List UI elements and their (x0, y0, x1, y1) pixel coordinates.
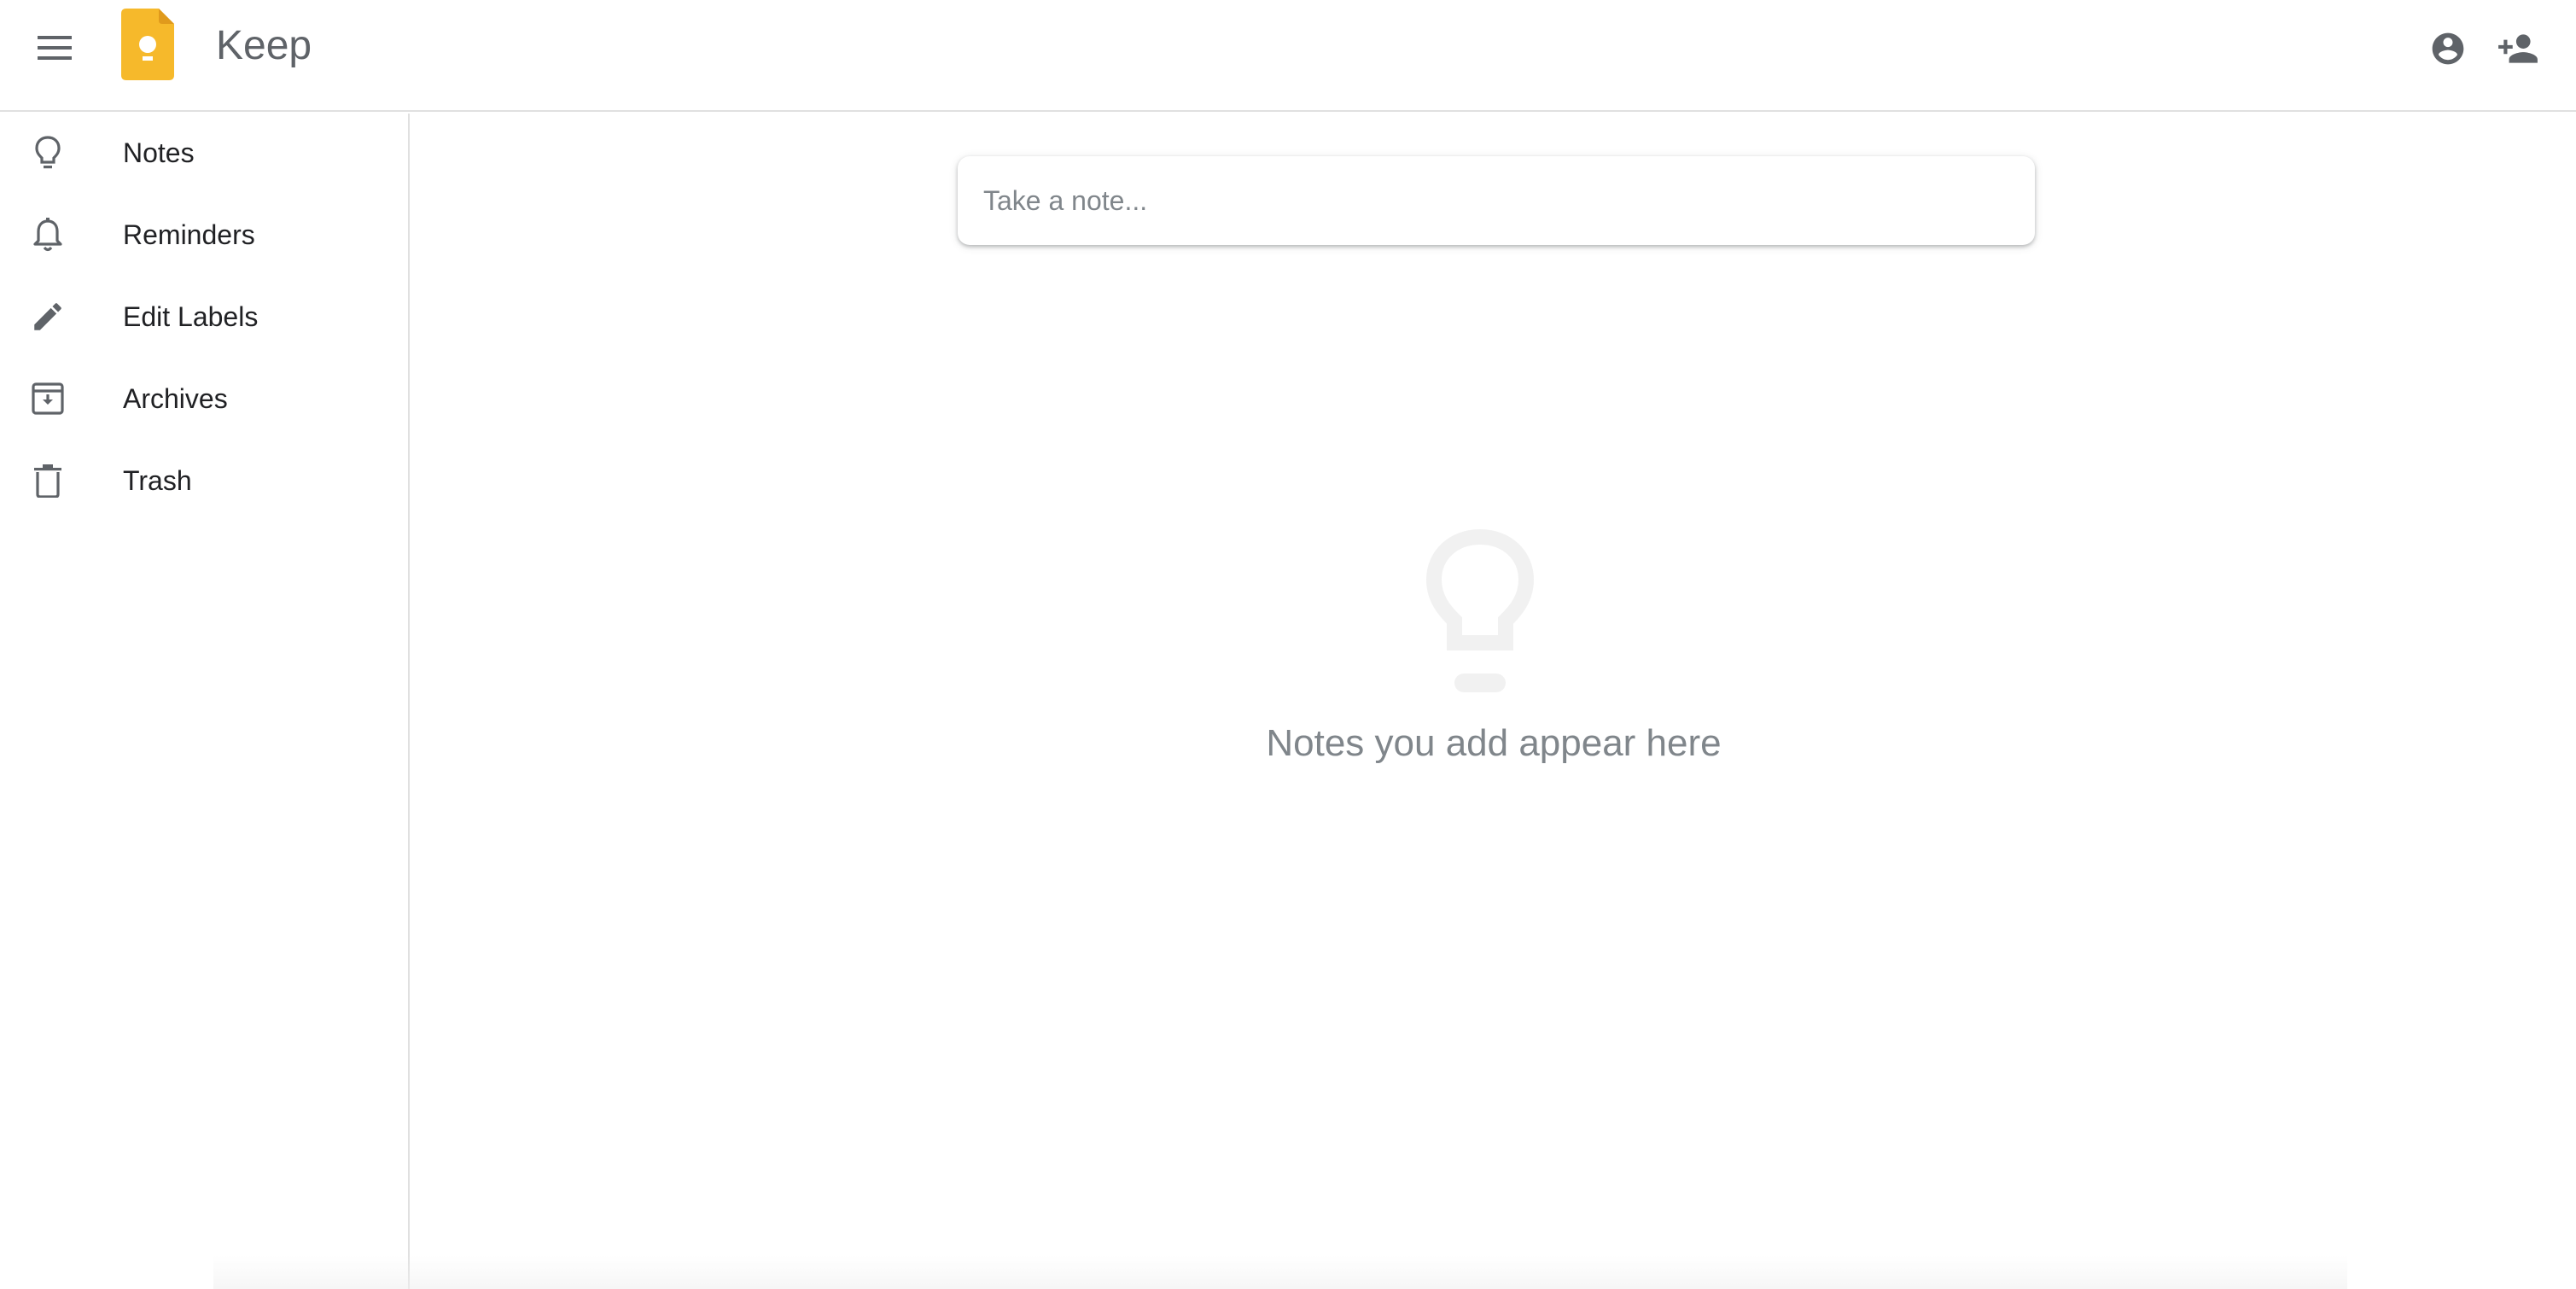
sidebar-item-label: Notes (123, 137, 195, 168)
sidebar-item-edit-labels[interactable]: Edit Labels (0, 277, 408, 359)
app-header: Keep (0, 0, 2576, 112)
pencil-icon (34, 303, 61, 330)
archive-icon (32, 382, 64, 415)
empty-state-message: Notes you add appear here (1266, 722, 1722, 764)
main-content: Notes you add appear here (411, 114, 2576, 1289)
lightbulb-icon (1425, 528, 1535, 692)
bottom-shadow (213, 1255, 2347, 1289)
sidebar-item-label: Archives (123, 383, 228, 414)
keep-logo (121, 9, 174, 80)
add-user-button[interactable] (2496, 26, 2540, 71)
account-button[interactable] (2426, 26, 2470, 71)
account-circle-icon (2432, 32, 2464, 65)
sidebar-item-reminders[interactable]: Reminders (0, 195, 408, 277)
main-menu-button[interactable] (28, 26, 81, 69)
person-add-icon (2498, 34, 2538, 63)
sidebar-item-trash[interactable]: Trash (0, 441, 408, 523)
take-note-card (958, 156, 2035, 245)
trash-icon (34, 464, 61, 498)
sidebar: Notes Reminders Edit Labels Archives Tra… (0, 114, 410, 1289)
sidebar-item-archives[interactable]: Archives (0, 359, 408, 441)
bell-icon (33, 218, 62, 252)
lightbulb-icon (35, 136, 61, 169)
sidebar-item-notes[interactable]: Notes (0, 114, 408, 195)
sidebar-item-label: Trash (123, 465, 192, 496)
take-note-input[interactable] (958, 156, 2035, 245)
menu-icon (38, 36, 72, 60)
sidebar-item-label: Reminders (123, 219, 255, 250)
sidebar-item-label: Edit Labels (123, 301, 259, 332)
app-title: Keep (216, 23, 312, 68)
